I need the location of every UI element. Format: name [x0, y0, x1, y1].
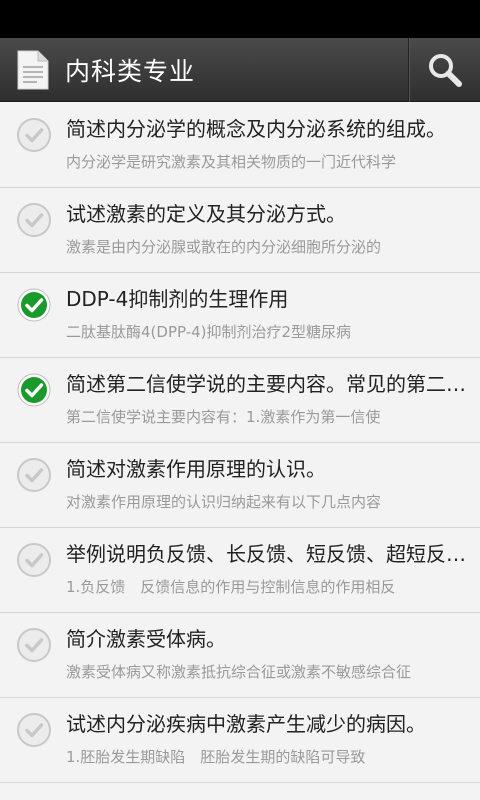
list-item-title: 简述内分泌学的概念及内分泌系统的组成。 — [66, 117, 446, 141]
list-item-subtitle: 1.负反馈 反馈信息的作用与控制信息的作用相反 — [66, 578, 396, 596]
list-item-title: 举例说明负反馈、长反馈、短反馈、超短反馈。 — [66, 542, 470, 566]
list-item[interactable]: 简述第二信使学说的主要内容。常见的第二信使有哪些？ 第二信使学说主要内容有：1.激… — [0, 358, 480, 443]
search-icon — [428, 54, 462, 87]
check-circle-icon[interactable] — [16, 202, 52, 238]
check-circle-icon[interactable] — [16, 627, 52, 663]
list-item[interactable]: 试述激素的定义及其分泌方式。激素是由内分泌腺或散在的内分泌细胞所分泌的 — [0, 188, 480, 273]
check-circle-icon[interactable] — [16, 712, 52, 748]
list-item-subtitle: 第二信使学说主要内容有：1.激素作为第一信使 — [66, 408, 381, 426]
question-list[interactable]: 简述内分泌学的概念及内分泌系统的组成。内分泌学是研究激素及其相关物质的一门近代科… — [0, 103, 480, 800]
list-item-title: 试述内分泌疾病中激素产生减少的病因。 — [66, 712, 426, 736]
list-item[interactable]: DDP-4抑制剂的生理作用二肽基肽酶4(DPP-4)抑制剂治疗2型糖尿病 — [0, 273, 480, 358]
check-circle-filled-icon[interactable] — [16, 372, 52, 408]
list-item-title: DDP-4抑制剂的生理作用 — [66, 287, 289, 311]
list-item-title: 简述第二信使学说的主要内容。常见的第二信使有哪些？ — [66, 372, 470, 396]
list-item-subtitle: 内分泌学是研究激素及其相关物质的一门近代科学 — [66, 153, 397, 171]
list-item-subtitle: 对激素作用原理的认识归纳起来有以下几点内容 — [66, 493, 382, 511]
list-item[interactable]: 简介激素受体病。激素受体病又称激素抵抗综合征或激素不敏感综合征 — [0, 613, 480, 698]
document-icon — [15, 50, 49, 90]
list-item[interactable]: 试述内分泌疾病中激素产生减少的病因。 1.胚胎发生期缺陷 胚胎发生期的缺陷可导致 — [0, 698, 480, 783]
check-circle-icon[interactable] — [16, 457, 52, 493]
list-item-subtitle: 1.胚胎发生期缺陷 胚胎发生期的缺陷可导致 — [66, 748, 366, 766]
list-item-title: 试述激素的定义及其分泌方式。 — [66, 202, 346, 226]
list-item-title: 简述对激素作用原理的认识。 — [66, 457, 326, 481]
check-circle-icon[interactable] — [16, 542, 52, 578]
list-item[interactable]: 举例说明负反馈、长反馈、短反馈、超短反馈。 1.负反馈 反馈信息的作用与控制信息的… — [0, 528, 480, 613]
list-item[interactable]: 简述内分泌学的概念及内分泌系统的组成。内分泌学是研究激素及其相关物质的一门近代科… — [0, 103, 480, 188]
list-item-subtitle: 二肽基肽酶4(DPP-4)抑制剂治疗2型糖尿病 — [66, 323, 352, 341]
list-item-title: 简介激素受体病。 — [66, 627, 226, 651]
status-bar — [0, 0, 480, 38]
list-item-subtitle: 激素受体病又称激素抵抗综合征或激素不敏感综合征 — [66, 663, 412, 681]
search-button[interactable] — [408, 38, 480, 102]
list-item-subtitle: 激素是由内分泌腺或散在的内分泌细胞所分泌的 — [66, 238, 382, 256]
app-bar: 内科类专业 — [0, 38, 480, 102]
check-circle-icon[interactable] — [16, 117, 52, 153]
check-circle-filled-icon[interactable] — [16, 287, 52, 323]
page-title: 内科类专业 — [65, 56, 196, 86]
list-item[interactable]: 简述对激素作用原理的认识。对激素作用原理的认识归纳起来有以下几点内容 — [0, 443, 480, 528]
